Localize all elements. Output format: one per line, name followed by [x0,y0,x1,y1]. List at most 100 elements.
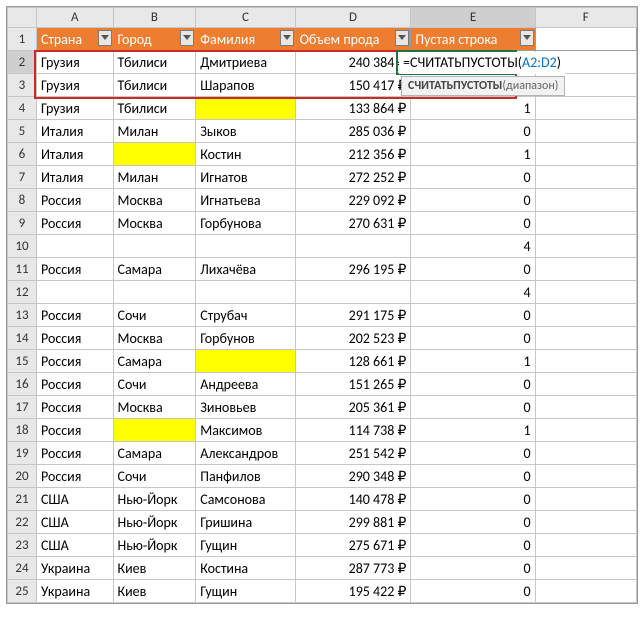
row-header-22[interactable]: 22 [8,511,37,534]
cell-blank[interactable]: 0 [411,212,535,235]
cell-empty[interactable] [535,327,636,350]
cell-country[interactable]: Россия [36,350,113,373]
cell-country[interactable] [36,235,113,258]
cell-empty[interactable] [535,258,636,281]
cell-country[interactable]: Италия [36,120,113,143]
cell-amount[interactable]: 140 478 ₽ [295,488,411,511]
cell-city[interactable]: Сочи [113,373,196,396]
cell-empty[interactable] [535,166,636,189]
col-header-E[interactable]: E [411,8,535,28]
cell-surname[interactable] [196,350,295,373]
cell-amount[interactable]: 275 671 ₽ [295,534,411,557]
cell-city[interactable]: Нью-Йорк [113,488,196,511]
cell-city[interactable] [113,235,196,258]
filter-dropdown-icon[interactable] [520,30,534,46]
cell-country[interactable]: США [36,534,113,557]
table-header-cell[interactable]: Страна [36,28,113,51]
cell-surname[interactable]: Лихачёва [196,258,295,281]
cell-country[interactable]: Россия [36,189,113,212]
cell-country[interactable]: Украина [36,580,113,603]
cell-surname[interactable]: Костин [196,143,295,166]
cell-country[interactable]: Россия [36,327,113,350]
cell-country[interactable]: Россия [36,396,113,419]
cell-city[interactable]: Москва [113,189,196,212]
cell-surname[interactable]: Максимов [196,419,295,442]
cell-amount[interactable] [295,235,411,258]
filter-dropdown-icon[interactable] [280,30,294,46]
cell-empty[interactable] [535,557,636,580]
cell-surname[interactable]: Гущин [196,580,295,603]
grid[interactable]: ABCDEF 1СтранаГородФамилияОбъем продаПус… [7,7,637,603]
cell-empty[interactable] [535,488,636,511]
cell-amount[interactable]: 150 417 ₽ [295,74,411,97]
cell-amount[interactable]: 229 092 ₽ [295,189,411,212]
col-header-B[interactable]: B [113,8,196,28]
cell-empty[interactable] [535,143,636,166]
cell-city[interactable] [113,419,196,442]
col-header-D[interactable]: D [295,8,411,28]
row-header-25[interactable]: 25 [8,580,37,603]
table-header-cell[interactable]: Пустая строка [411,28,535,51]
cell-country[interactable]: Италия [36,166,113,189]
row-header-21[interactable]: 21 [8,488,37,511]
cell-blank[interactable]: 0 [411,166,535,189]
cell-amount[interactable]: 151 265 ₽ [295,373,411,396]
cell-country[interactable]: Грузия [36,74,113,97]
row-header-20[interactable]: 20 [8,465,37,488]
cell-country[interactable]: Россия [36,373,113,396]
row-header-1[interactable]: 1 [8,28,37,51]
row-header-7[interactable]: 7 [8,166,37,189]
cell-country[interactable]: Грузия [36,97,113,120]
cell-empty[interactable] [535,396,636,419]
cell-surname[interactable] [196,97,295,120]
row-header-15[interactable]: 15 [8,350,37,373]
table-header-cell[interactable]: Город [113,28,196,51]
table-header-cell[interactable]: Объем прода [295,28,411,51]
cell-surname[interactable]: Горбунов [196,327,295,350]
cell-empty[interactable] [535,97,636,120]
row-header-5[interactable]: 5 [8,120,37,143]
cell-amount[interactable]: 133 864 ₽ [295,97,411,120]
row-header-13[interactable]: 13 [8,304,37,327]
row-header-3[interactable]: 3 [8,74,37,97]
cell-empty[interactable] [535,511,636,534]
cell-amount[interactable]: 291 175 ₽ [295,304,411,327]
cell-empty[interactable] [535,373,636,396]
row-header-19[interactable]: 19 [8,442,37,465]
cell-surname[interactable]: Шарапов [196,74,295,97]
cell-surname[interactable]: Самсонова [196,488,295,511]
cell-city[interactable]: Самара [113,442,196,465]
cell-country[interactable]: Россия [36,304,113,327]
cell-blank[interactable]: 0 [411,189,535,212]
cell-surname[interactable]: Андреева [196,373,295,396]
row-header-11[interactable]: 11 [8,258,37,281]
cell-amount[interactable]: 272 252 ₽ [295,166,411,189]
cell-amount[interactable]: 270 631 ₽ [295,212,411,235]
cell-empty[interactable] [535,235,636,258]
cell-country[interactable]: Россия [36,465,113,488]
cell-amount[interactable]: 240 384 ₽ [295,51,411,74]
cell-empty[interactable] [535,442,636,465]
cell-city[interactable]: Москва [113,327,196,350]
cell-surname[interactable]: Дмитриева [196,51,295,74]
cell-amount[interactable]: 296 195 ₽ [295,258,411,281]
cell-amount[interactable]: 212 356 ₽ [295,143,411,166]
cell-surname[interactable]: Гришина [196,511,295,534]
cell-blank[interactable]: 1 [411,143,535,166]
cell-city[interactable]: Сочи [113,304,196,327]
cell-blank[interactable]: 1 [411,419,535,442]
row-header-17[interactable]: 17 [8,396,37,419]
cell-amount[interactable]: 128 661 ₽ [295,350,411,373]
cell-amount[interactable]: 205 361 ₽ [295,396,411,419]
cell-country[interactable]: Украина [36,557,113,580]
cell-city[interactable]: Киев [113,557,196,580]
cell-blank[interactable]: 4 [411,281,535,304]
row-header-9[interactable]: 9 [8,212,37,235]
cell-city[interactable]: Сочи [113,465,196,488]
row-header-2[interactable]: 2 [8,51,37,74]
cell-city[interactable]: Москва [113,396,196,419]
row-header-16[interactable]: 16 [8,373,37,396]
cell-empty[interactable] [535,419,636,442]
cell-empty[interactable] [535,304,636,327]
cell-country[interactable]: Россия [36,212,113,235]
